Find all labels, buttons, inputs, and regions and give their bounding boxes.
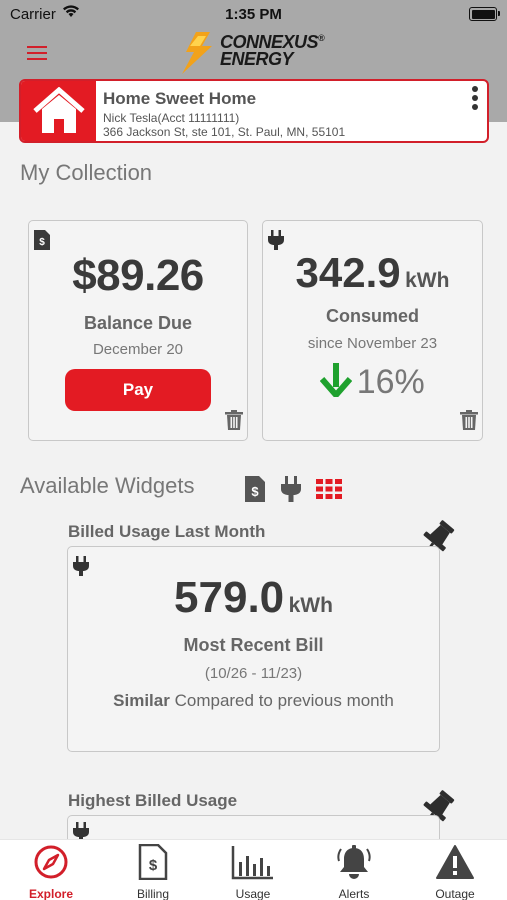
pay-button[interactable]: Pay [65, 369, 211, 411]
billed-usage-widget-card[interactable]: 579.0 kWh Most Recent Bill (10/26 - 11/2… [67, 546, 440, 752]
account-name: Home Sweet Home [103, 89, 257, 108]
bill-filter-icon[interactable]: $ [245, 476, 265, 507]
billed-usage-unit: kWh [288, 594, 333, 617]
tab-label: Usage [235, 887, 271, 900]
balance-due-label: Balance Due [83, 313, 193, 333]
logo-wordmark: CONNEXUS® ENERGY [220, 32, 325, 69]
comparison-status: Similar [113, 691, 170, 710]
bell-icon [336, 845, 372, 884]
balance-amount: $89.26 [72, 251, 204, 300]
grid-view-icon[interactable] [316, 479, 342, 504]
menu-line [27, 46, 47, 48]
plug-filter-icon[interactable] [281, 476, 301, 507]
consumed-label: Consumed [325, 306, 419, 326]
billed-usage-value: 579.0 [174, 573, 285, 622]
more-options-icon[interactable] [472, 86, 480, 113]
tab-alerts[interactable]: Alerts [309, 844, 399, 900]
bar-chart-icon [231, 846, 275, 884]
comparison-description: Compared to previous month [174, 691, 394, 710]
compass-icon [33, 845, 69, 884]
tab-explore[interactable]: Explore [6, 844, 96, 900]
tab-label: Explore [28, 887, 73, 900]
battery-icon [469, 7, 500, 21]
bill-date-range: (10/26 - 11/23) [204, 665, 303, 682]
bill-icon: $ [138, 843, 168, 884]
svg-text:$: $ [149, 857, 158, 874]
tab-billing[interactable]: $ Billing [108, 843, 198, 900]
lightning-bolt-icon [182, 32, 212, 74]
tab-label: Billing [136, 887, 169, 900]
bottom-tab-bar: Explore $ Billing Usage Alerts Outage [0, 839, 507, 900]
clock: 1:35 PM [225, 6, 282, 23]
due-date: December 20 [92, 341, 184, 358]
consumed-since: since November 23 [307, 335, 438, 352]
widget-title: Highest Billed Usage [68, 791, 238, 810]
tab-label: Outage [435, 887, 475, 900]
status-bar: Carrier 1:35 PM [0, 0, 507, 30]
svg-text:$: $ [251, 484, 259, 499]
consumed-value: 342.9 [295, 249, 401, 296]
tab-outage[interactable]: Outage [410, 844, 500, 900]
menu-line [27, 52, 47, 54]
consumption-change-percent: 16% [356, 363, 425, 401]
account-selector-card[interactable]: Home Sweet Home Nick Tesla(Acct 11111111… [19, 79, 489, 143]
svg-text:$: $ [39, 237, 45, 248]
hamburger-menu-button[interactable] [27, 46, 47, 60]
connexus-energy-logo: CONNEXUS® ENERGY [176, 30, 336, 76]
available-widgets-heading: Available Widgets [20, 473, 195, 498]
most-recent-bill-label: Most Recent Bill [183, 635, 324, 655]
widget-title: Billed Usage Last Month [68, 522, 266, 541]
my-collection-heading: My Collection [20, 160, 153, 185]
menu-line [27, 58, 47, 60]
warning-icon [435, 845, 475, 884]
account-holder: Nick Tesla(Acct 11111111) [103, 111, 240, 125]
arrow-down-icon [319, 363, 353, 402]
consumption-card: 342.9 kWh Consumed since November 23 16% [262, 220, 483, 441]
trash-icon[interactable] [225, 410, 243, 435]
consumed-unit: kWh [405, 269, 450, 292]
comparison-text: Similar Compared to previous month [68, 691, 439, 711]
account-address: 366 Jackson St, ste 101, St. Paul, MN, 5… [103, 125, 346, 139]
trash-icon[interactable] [460, 410, 478, 435]
balance-due-card: $ $89.26 Balance Due December 20 Pay [28, 220, 248, 441]
tab-usage[interactable]: Usage [208, 844, 298, 900]
tab-label: Alerts [338, 887, 370, 900]
home-icon [33, 87, 85, 133]
home-icon-box [21, 81, 96, 141]
